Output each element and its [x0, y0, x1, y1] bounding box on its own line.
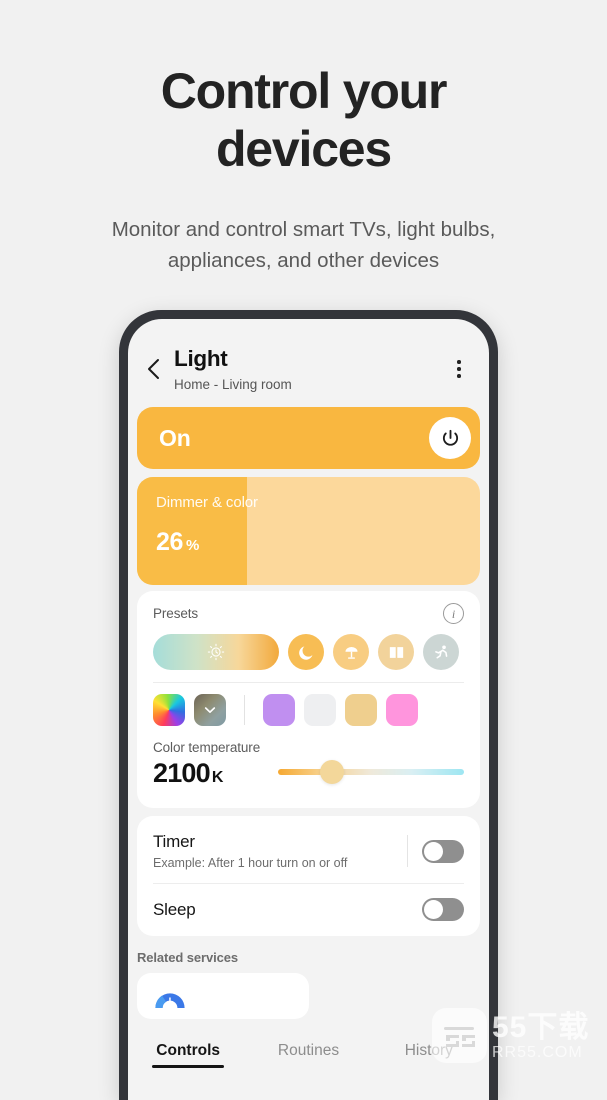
- color-temperature-slider[interactable]: [278, 756, 464, 788]
- more-vertical-icon: [457, 360, 461, 364]
- timer-toggle[interactable]: [422, 839, 464, 863]
- device-location: Home - Living room: [174, 377, 292, 392]
- card-divider: [153, 682, 464, 683]
- preset-relax[interactable]: [333, 634, 369, 670]
- phone-screen: Light Home - Living room On Dimmer & col…: [128, 319, 489, 1100]
- settings-card: Timer Example: After 1 hour turn on or o…: [137, 816, 480, 936]
- related-service-card[interactable]: [137, 973, 309, 1019]
- color-temperature-number: 2100: [153, 758, 211, 788]
- swatch-purple[interactable]: [263, 694, 295, 726]
- color-dropdown-swatch[interactable]: [194, 694, 226, 726]
- color-temperature-label: Color temperature: [153, 740, 261, 755]
- power-state-bar[interactable]: On: [137, 407, 480, 469]
- page-title: Control your devices: [160, 63, 448, 177]
- device-title-block: Light Home - Living room: [170, 346, 445, 393]
- color-temperature-readout: Color temperature 2100 K: [153, 740, 260, 794]
- running-person-icon: [434, 644, 447, 659]
- swatch-tan[interactable]: [345, 694, 377, 726]
- chevron-left-icon: [148, 359, 159, 379]
- dimmer-body: Dimmer & color 26%: [137, 477, 480, 557]
- sun-clock-icon: [207, 643, 225, 661]
- watermark-url: RR55.COM: [492, 1044, 583, 1061]
- sleep-title: Sleep: [153, 899, 196, 919]
- dimmer-number: 26: [156, 528, 184, 556]
- sleep-text: Sleep: [153, 900, 422, 920]
- watermark-badge: [432, 1008, 487, 1063]
- swatch-white[interactable]: [304, 694, 336, 726]
- related-services-label: Related services: [137, 950, 239, 965]
- sleep-toggle[interactable]: [422, 898, 464, 921]
- presets-label: Presets: [153, 606, 199, 621]
- info-icon[interactable]: i: [443, 603, 464, 624]
- watermark-title: 55下载: [492, 1011, 590, 1044]
- app-header: Light Home - Living room: [128, 319, 489, 393]
- dimmer-value: 26%: [156, 528, 480, 557]
- color-wheel-swatch[interactable]: [153, 694, 185, 726]
- timer-toggle-knob: [424, 841, 443, 861]
- gauge-arch-icon: [155, 993, 185, 1008]
- preset-reading[interactable]: [378, 634, 414, 670]
- chevron-down-icon: [204, 707, 216, 713]
- power-state-label: On: [159, 424, 191, 451]
- related-services: Related services: [137, 950, 480, 1019]
- color-temperature-row: Color temperature 2100 K: [153, 740, 464, 794]
- tab-controls[interactable]: Controls: [128, 1042, 248, 1068]
- device-name: Light: [174, 346, 228, 371]
- moon-icon: [298, 645, 312, 660]
- back-button[interactable]: [136, 352, 170, 386]
- setting-row-timer[interactable]: Timer Example: After 1 hour turn on or o…: [153, 818, 464, 883]
- color-temperature-unit: K: [211, 769, 224, 786]
- more-options-button[interactable]: [445, 352, 473, 386]
- promo-header: Control your devices Monitor and control…: [0, 0, 607, 276]
- dimmer-unit: %: [186, 537, 199, 554]
- dimmer-label: Dimmer & color: [156, 494, 258, 511]
- swatch-divider: [244, 695, 245, 725]
- preset-daylight[interactable]: [153, 634, 279, 670]
- swatch-pink[interactable]: [386, 694, 418, 726]
- book-icon: [389, 646, 403, 658]
- preset-night[interactable]: [288, 634, 324, 670]
- more-vertical-icon: [457, 374, 461, 378]
- sleep-toggle-knob: [424, 900, 443, 919]
- presets-row: [153, 634, 464, 670]
- watermark-text: 55下载 RR55.COM: [492, 1012, 589, 1062]
- preset-active[interactable]: [423, 634, 459, 670]
- color-temperature-thumb[interactable]: [320, 760, 345, 784]
- dimmer-slider[interactable]: Dimmer & color 26%: [137, 477, 480, 585]
- phone-mockup: Light Home - Living room On Dimmer & col…: [119, 310, 498, 1100]
- presets-header: Presets i: [153, 603, 464, 624]
- timer-text: Timer Example: After 1 hour turn on or o…: [153, 832, 407, 870]
- timer-title: Timer: [153, 832, 195, 851]
- presets-colors-card: Presets i Color temperature 2100 K: [137, 591, 480, 808]
- tab-routines[interactable]: Routines: [248, 1042, 368, 1068]
- color-swatch-row: [153, 694, 464, 726]
- color-temperature-track: [278, 769, 464, 775]
- timer-description: Example: After 1 hour turn on or off: [153, 856, 348, 870]
- tree-lamp-icon: [344, 646, 358, 659]
- setting-row-sleep[interactable]: Sleep: [153, 884, 464, 934]
- timer-separator: [407, 835, 408, 867]
- 55-logo-icon: [443, 1026, 475, 1047]
- color-temperature-value: 2100 K: [153, 757, 260, 794]
- more-vertical-icon: [457, 367, 461, 371]
- page-subtitle: Monitor and control smart TVs, light bul…: [111, 218, 496, 272]
- power-icon: [442, 429, 458, 446]
- power-button[interactable]: [429, 417, 471, 459]
